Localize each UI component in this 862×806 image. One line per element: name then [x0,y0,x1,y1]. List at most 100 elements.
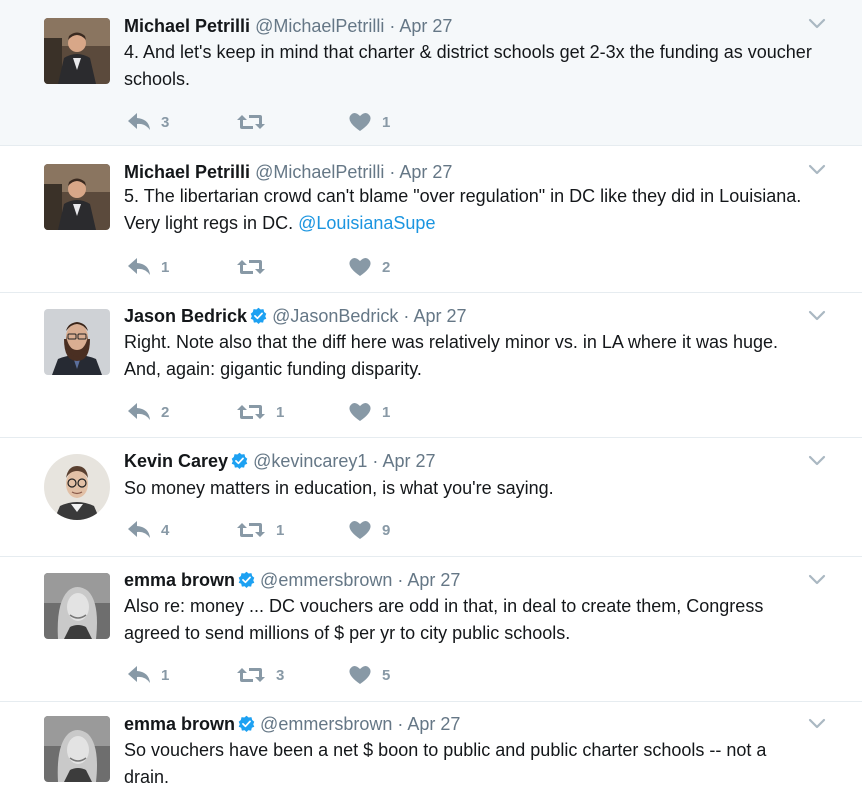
author-handle[interactable]: @MichaelPetrilli [255,162,384,182]
like-count: 5 [382,666,391,684]
reply-button[interactable]: 3 [127,110,169,134]
heart-icon [349,521,371,539]
author-name[interactable]: Kevin Carey [124,451,228,471]
caret-down-icon[interactable] [808,718,826,730]
tweet-header: Michael Petrilli @MichaelPetrilli · Apr … [124,161,452,183]
author-handle[interactable]: @JasonBedrick [272,306,398,326]
reply-count: 1 [161,666,170,684]
caret-down-icon[interactable] [808,18,826,30]
retweet-count: 1 [276,521,285,539]
separator-dot: · [397,714,404,734]
author-handle[interactable]: @emmersbrown [260,570,392,590]
retweet-button[interactable]: 1 [236,400,284,424]
verified-badge-icon [231,452,248,469]
retweet-count: 3 [276,666,285,684]
reply-count: 1 [161,258,170,276]
avatar-emma-brown[interactable] [44,573,110,639]
tweet-text-body: So money matters in education, is what y… [124,478,554,498]
tweet-text: Also re: money ... DC vouchers are odd i… [124,593,814,647]
retweet-button[interactable] [236,255,276,279]
avatar-jason-bedrick[interactable] [44,309,110,375]
heart-icon [349,258,371,276]
tweet[interactable]: Michael Petrilli @MichaelPetrilli · Apr … [0,0,862,146]
tweet-text: So money matters in education, is what y… [124,475,814,502]
like-count: 9 [382,521,391,539]
reply-button[interactable]: 4 [127,518,169,542]
tweet[interactable]: Michael Petrilli @MichaelPetrilli · Apr … [0,146,862,293]
reply-button[interactable]: 1 [127,255,169,279]
tweet[interactable]: emma brown @emmersbrown · Apr 27 So vouc… [0,702,862,806]
tweet-date[interactable]: Apr 27 [399,16,452,36]
retweet-icon [237,405,265,419]
like-button[interactable]: 5 [348,663,390,687]
author-handle[interactable]: @kevincarey1 [253,451,367,471]
retweet-icon [237,668,265,682]
tweet-date[interactable]: Apr 27 [407,570,460,590]
retweet-count: 1 [276,403,285,421]
avatar-michael-petrilli[interactable] [44,18,110,84]
heart-icon [349,113,371,131]
caret-down-icon[interactable] [808,455,826,467]
separator-dot: · [389,16,396,36]
reply-icon [128,258,150,275]
like-button[interactable]: 1 [348,400,390,424]
retweet-button[interactable] [236,110,276,134]
reply-count: 2 [161,403,170,421]
tweet-text-body: 4. And let's keep in mind that charter &… [124,42,812,89]
verified-badge-icon [250,307,267,324]
retweet-icon [237,115,265,129]
tweet[interactable]: Jason Bedrick @JasonBedrick · Apr 27 Rig… [0,293,862,438]
like-button[interactable]: 2 [348,255,390,279]
retweet-button[interactable]: 1 [236,518,284,542]
like-count: 1 [382,403,391,421]
avatar-emma-brown[interactable] [44,716,110,782]
reply-button[interactable]: 1 [127,663,169,687]
tweet-date[interactable]: Apr 27 [382,451,435,471]
reply-icon [128,113,150,130]
verified-badge-icon [238,571,255,588]
like-count: 2 [382,258,391,276]
caret-down-icon[interactable] [808,310,826,322]
author-handle[interactable]: @MichaelPetrilli [255,16,384,36]
tweet-header: emma brown @emmersbrown · Apr 27 [124,713,460,735]
author-name[interactable]: emma brown [124,714,235,734]
like-button[interactable]: 1 [348,110,390,134]
reply-count: 3 [161,113,170,131]
like-button[interactable]: 9 [348,518,390,542]
retweet-button[interactable]: 3 [236,663,284,687]
tweet-date[interactable]: Apr 27 [413,306,466,326]
tweet[interactable]: Kevin Carey @kevincarey1 · Apr 27 So mon… [0,438,862,557]
tweet-header: Michael Petrilli @MichaelPetrilli · Apr … [124,15,452,37]
separator-dot: · [403,306,410,326]
separator-dot: · [397,570,404,590]
author-name[interactable]: Michael Petrilli [124,16,250,36]
tweet-header: Jason Bedrick @JasonBedrick · Apr 27 [124,305,466,327]
tweet-text-body: So vouchers have been a net $ boon to pu… [124,740,767,787]
like-count: 1 [382,113,391,131]
caret-down-icon[interactable] [808,574,826,586]
heart-icon [349,403,371,421]
author-name[interactable]: Michael Petrilli [124,162,250,182]
tweet-date[interactable]: Apr 27 [407,714,460,734]
tweet-text: 5. The libertarian crowd can't blame "ov… [124,183,814,237]
reply-icon [128,403,150,420]
tweet[interactable]: emma brown @emmersbrown · Apr 27 Also re… [0,557,862,702]
tweet-text-body: 5. The libertarian crowd can't blame "ov… [124,186,802,233]
avatar-michael-petrilli[interactable] [44,164,110,230]
retweet-icon [237,523,265,537]
separator-dot: · [389,162,396,182]
tweet-header: emma brown @emmersbrown · Apr 27 [124,569,460,591]
author-name[interactable]: emma brown [124,570,235,590]
tweet-text-body: Also re: money ... DC vouchers are odd i… [124,596,764,643]
avatar-kevin-carey[interactable] [44,454,110,520]
caret-down-icon[interactable] [808,164,826,176]
author-name[interactable]: Jason Bedrick [124,306,247,326]
tweet-date[interactable]: Apr 27 [399,162,452,182]
tweet-text-body: Right. Note also that the diff here was … [124,332,778,379]
reply-button[interactable]: 2 [127,400,169,424]
reply-icon [128,521,150,538]
retweet-icon [237,260,265,274]
mention-link[interactable]: @LouisianaSupe [298,213,435,233]
heart-icon [349,666,371,684]
author-handle[interactable]: @emmersbrown [260,714,392,734]
